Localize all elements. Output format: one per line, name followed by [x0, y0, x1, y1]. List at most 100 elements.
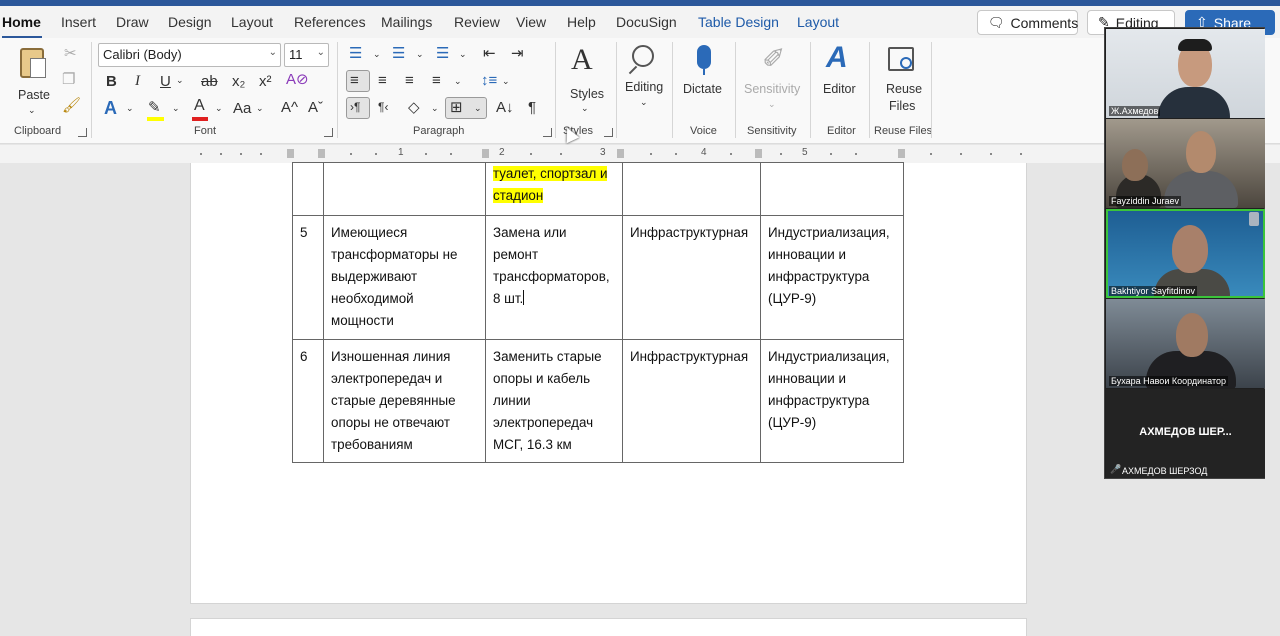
format-painter-icon[interactable]: 🖌 — [62, 98, 81, 113]
chevron-down-icon[interactable]: ⌄ — [431, 104, 439, 113]
italic-button[interactable]: I — [135, 74, 140, 89]
font-launcher-icon[interactable] — [324, 128, 333, 137]
participant-tile[interactable]: Bakhtiyor Sayfitdinov — [1106, 209, 1265, 298]
line-spacing-icon[interactable]: ↕≡ — [481, 73, 497, 88]
tab-table-design[interactable]: Table Design — [698, 14, 779, 30]
tab-help[interactable]: Help — [567, 14, 596, 30]
numbering-icon[interactable]: ☰ — [392, 46, 405, 61]
separator — [735, 42, 736, 138]
clear-formatting-icon[interactable]: A⊘ — [286, 72, 309, 87]
column-marker[interactable] — [287, 149, 294, 158]
table-cell[interactable] — [622, 162, 761, 216]
tab-draw[interactable]: Draw — [116, 14, 149, 30]
chevron-down-icon[interactable]: ⌄ — [126, 104, 134, 113]
participant-tile[interactable]: АХМЕДОВ ШЕР... АХМЕДОВ ШЕРЗОД 🎤 — [1106, 389, 1265, 478]
shrink-font-button[interactable]: Aˇ — [308, 100, 323, 115]
chevron-down-icon[interactable]: ⌄ — [459, 50, 467, 59]
horizontal-ruler[interactable]: 1 2 3 4 5 — [0, 145, 1280, 163]
column-marker[interactable] — [617, 149, 624, 158]
tab-mailings[interactable]: Mailings — [381, 14, 432, 30]
subscript-button[interactable]: x₂ — [232, 74, 245, 89]
align-right-icon[interactable]: ≡ — [405, 73, 414, 88]
table-cell[interactable] — [323, 162, 486, 216]
video-call-panel[interactable]: Ж.Ахмедов Fayziddin Juraev Bakhtiyor Say… — [1104, 27, 1265, 479]
chevron-down-icon[interactable]: ⌄ — [172, 104, 180, 113]
chevron-down-icon[interactable]: ⌄ — [256, 104, 264, 113]
problem-cell[interactable]: Изношенная линия электропередач и старые… — [323, 339, 486, 463]
column-marker[interactable] — [318, 149, 325, 158]
goal-cell[interactable]: Индустриализация, инновации и инфраструк… — [760, 215, 904, 340]
tab-insert[interactable]: Insert — [61, 14, 96, 30]
styles-launcher-icon[interactable] — [604, 128, 613, 137]
increase-indent-icon[interactable]: ⇥ — [511, 46, 524, 61]
decrease-indent-icon[interactable]: ⇤ — [483, 46, 496, 61]
chevron-down-icon[interactable]: ⌄ — [454, 77, 462, 86]
styles-button[interactable]: A Styles ⌄ — [563, 43, 609, 123]
solution-cell[interactable]: Заменить старые опоры и кабель линии эле… — [485, 339, 623, 463]
rtl-paragraph-icon[interactable]: ¶‹ — [378, 101, 388, 113]
show-marks-icon[interactable]: ¶ — [528, 100, 536, 115]
superscript-button[interactable]: x² — [259, 74, 272, 89]
tab-design[interactable]: Design — [168, 14, 212, 30]
tab-view[interactable]: View — [516, 14, 546, 30]
grow-font-button[interactable]: A^ — [281, 100, 298, 115]
cut-icon[interactable]: ✂ — [64, 46, 77, 61]
tab-home[interactable]: Home — [2, 14, 41, 30]
chevron-down-icon[interactable]: ⌄ — [416, 50, 424, 59]
chevron-down-icon[interactable]: ⌄ — [373, 50, 381, 59]
editor-button[interactable]: A Editor — [816, 43, 866, 123]
problem-cell[interactable]: Имеющиеся трансформаторы не выдерживают … — [323, 215, 486, 340]
paste-button[interactable]: Paste ⌄ — [10, 44, 56, 116]
editing-button[interactable]: Editing ⌄ — [622, 43, 668, 123]
strikethrough-button[interactable]: ab — [201, 74, 218, 89]
document-page[interactable]: туалет, спортзал и стадион 5 Имеющиеся т… — [190, 162, 1027, 604]
paste-label: Paste — [18, 88, 50, 102]
tab-table-layout[interactable]: Layout — [797, 14, 839, 30]
type-cell[interactable]: Инфраструктурная — [622, 215, 761, 340]
dictate-button[interactable]: Dictate — [680, 43, 728, 123]
table-cell[interactable] — [292, 162, 324, 216]
column-marker[interactable] — [898, 149, 905, 158]
font-color-icon[interactable]: A — [194, 98, 205, 114]
type-cell[interactable]: Инфраструктурная — [622, 339, 761, 463]
participant-tile[interactable]: Ж.Ахмедов — [1106, 29, 1265, 118]
tab-review[interactable]: Review — [454, 14, 500, 30]
chevron-down-icon[interactable]: ⌄ — [502, 77, 510, 86]
comments-button[interactable]: 🗨 Comments — [977, 10, 1078, 35]
align-center-icon[interactable]: ≡ — [378, 73, 387, 88]
tab-docusign[interactable]: DocuSign — [616, 14, 677, 30]
reuse-files-button[interactable]: Reuse Files — [876, 43, 928, 123]
bullets-icon[interactable]: ☰ — [349, 46, 362, 61]
underline-button[interactable]: U — [160, 74, 171, 89]
shading-icon[interactable]: ◇ — [408, 100, 420, 115]
table-cell[interactable]: туалет, спортзал и стадион — [485, 162, 623, 216]
column-marker[interactable] — [482, 149, 489, 158]
font-name-combo[interactable]: Calibri (Body) ⌄ — [98, 43, 281, 67]
sort-icon[interactable]: A↓ — [496, 100, 514, 115]
tab-references[interactable]: References — [294, 14, 366, 30]
participant-tile[interactable]: Fayziddin Juraev — [1106, 119, 1265, 208]
justify-icon[interactable]: ≡ — [432, 73, 441, 88]
multilevel-list-icon[interactable]: ☰ — [436, 46, 449, 61]
document-table[interactable]: туалет, спортзал и стадион 5 Имеющиеся т… — [292, 162, 904, 463]
paragraph-launcher-icon[interactable] — [543, 128, 552, 137]
participant-tile[interactable]: Бухара Навои Координатор — [1106, 299, 1265, 388]
sensitivity-button[interactable]: ✐ Sensitivity ⌄ — [742, 43, 804, 123]
chevron-down-icon[interactable]: ⌄ — [176, 76, 184, 85]
change-case-button[interactable]: Aa — [233, 101, 251, 116]
goal-cell[interactable]: Индустриализация, инновации и инфраструк… — [760, 339, 904, 463]
font-size-combo[interactable]: 11 ⌄ — [284, 43, 329, 67]
tab-layout[interactable]: Layout — [231, 14, 273, 30]
table-cell[interactable] — [760, 162, 904, 216]
text-effects-icon[interactable]: A — [104, 99, 117, 117]
highlight-icon[interactable]: ✎ — [148, 100, 161, 115]
bold-button[interactable]: B — [106, 74, 117, 89]
row-number-cell[interactable]: 5 — [292, 215, 324, 340]
solution-cell[interactable]: Замена или ремонт трансформаторов, 8 шт. — [485, 215, 623, 340]
row-number-cell[interactable]: 6 — [292, 339, 324, 463]
chevron-down-icon[interactable]: ⌄ — [215, 104, 223, 113]
copy-icon[interactable]: ❐ — [62, 72, 75, 87]
column-marker[interactable] — [755, 149, 762, 158]
next-document-page[interactable] — [190, 618, 1027, 636]
clipboard-launcher-icon[interactable] — [78, 128, 87, 137]
